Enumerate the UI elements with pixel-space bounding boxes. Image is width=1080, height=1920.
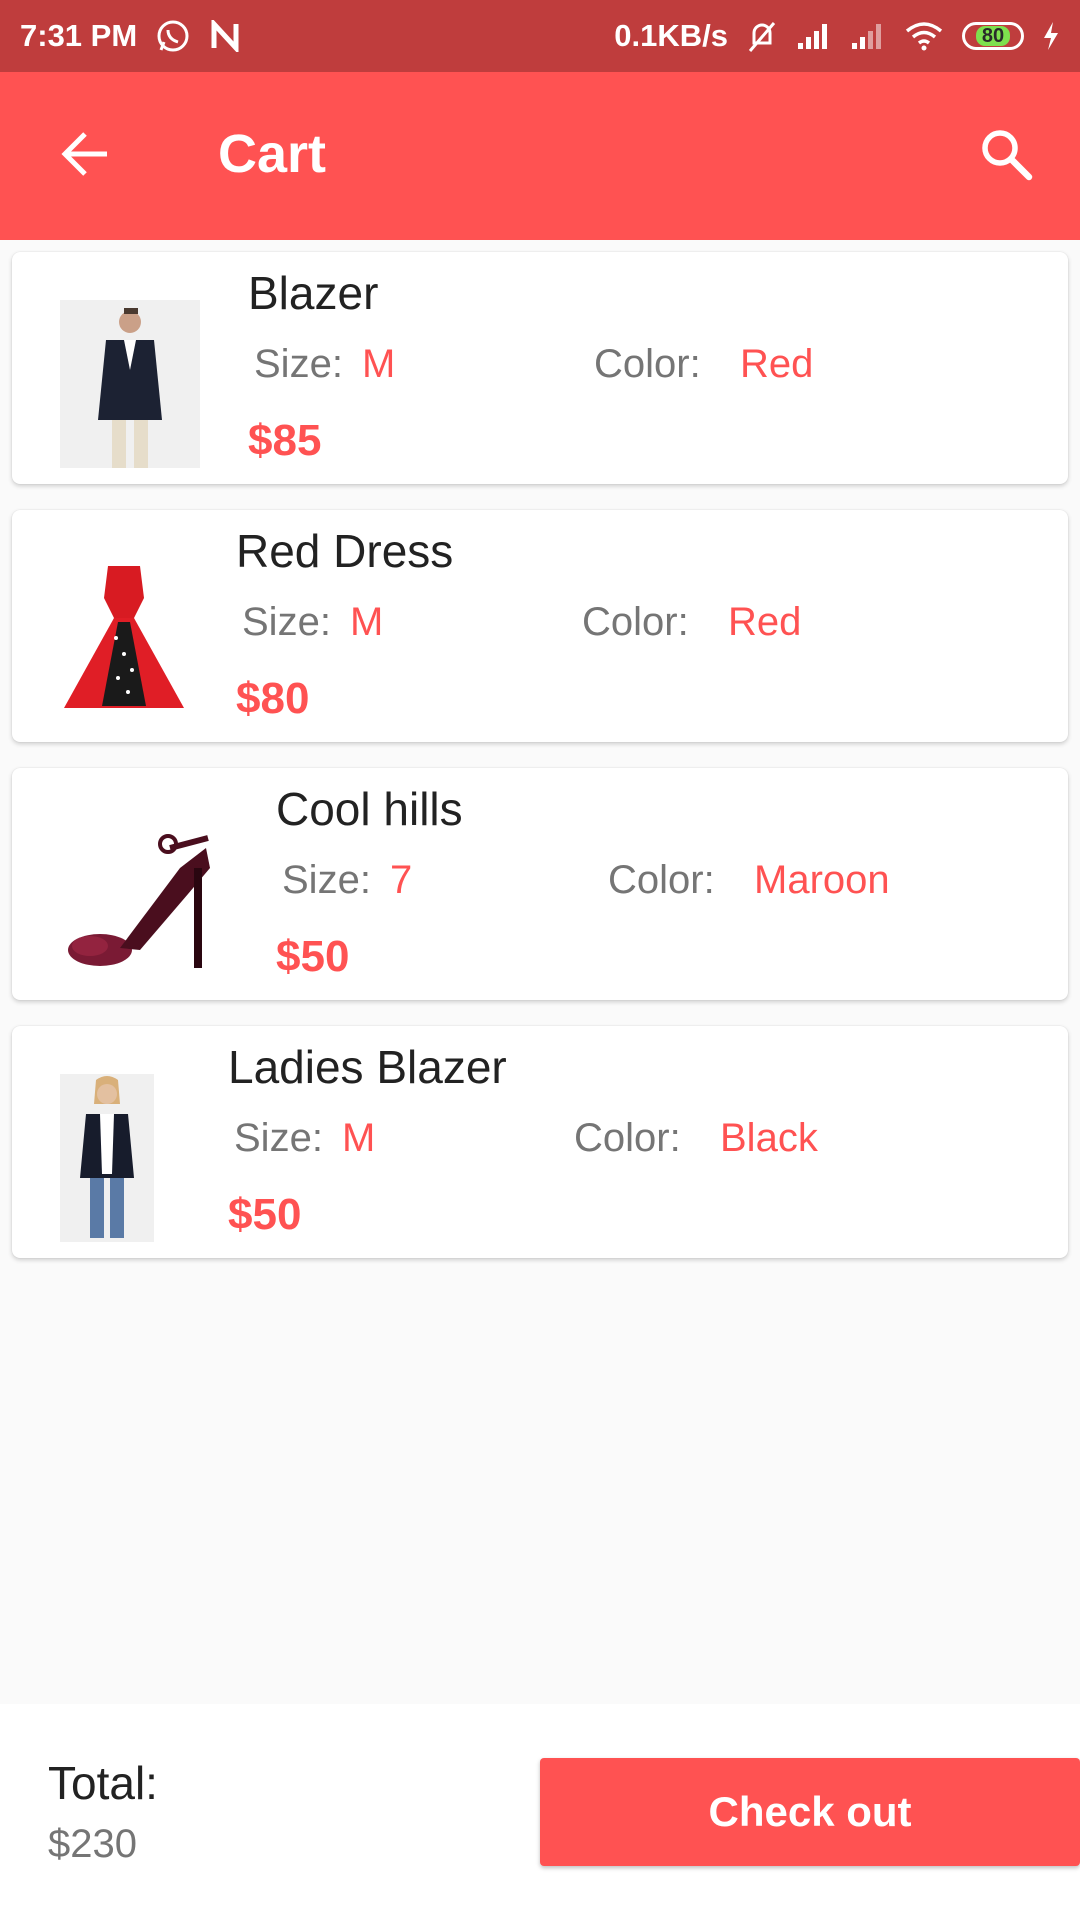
page-title: Cart <box>218 124 327 184</box>
color-value: Red <box>740 342 814 386</box>
cart-item[interactable]: Cool hills Size: 7 Color: Maroon $50 <box>12 768 1068 1000</box>
size-value: M <box>362 342 396 386</box>
mute-bell-icon <box>746 19 778 53</box>
signal-icon <box>796 21 832 51</box>
wifi-icon <box>904 21 944 51</box>
arrow-back-icon[interactable] <box>56 124 116 184</box>
item-name: Blazer <box>248 267 379 319</box>
color-value: Black <box>720 1116 818 1160</box>
search-icon[interactable] <box>976 124 1036 184</box>
battery-level: 80 <box>975 26 1011 46</box>
red-dress-image <box>60 558 188 726</box>
item-name: Red Dress <box>236 525 454 577</box>
cart-item[interactable]: Red Dress Size: M Color: Red $80 <box>12 510 1068 742</box>
size-label: Size: <box>234 1116 323 1160</box>
color-label: Color: <box>608 858 715 902</box>
mens-blazer-image <box>60 300 200 468</box>
total-value: $230 <box>48 1822 137 1866</box>
color-label: Color: <box>594 342 701 386</box>
status-time: 7:31 PM <box>20 18 138 53</box>
signal-icon-2 <box>850 21 886 51</box>
total-label: Total: <box>48 1757 158 1809</box>
net-speed: 0.1KB/s <box>614 18 728 53</box>
item-name: Ladies Blazer <box>228 1041 507 1093</box>
n-notification-icon <box>209 20 241 52</box>
size-label: Size: <box>242 600 331 644</box>
ladies-blazer-image <box>60 1074 154 1242</box>
maroon-heel-image <box>60 808 240 988</box>
app-bar: Cart <box>0 72 1080 240</box>
color-value: Maroon <box>754 858 890 902</box>
size-value: M <box>342 1116 376 1160</box>
status-bar: 7:31 PM 0.1KB/s 80 <box>0 0 1080 72</box>
item-name: Cool hills <box>276 783 463 835</box>
size-value: M <box>350 600 384 644</box>
item-price: $50 <box>228 1190 302 1239</box>
size-label: Size: <box>254 342 343 386</box>
color-label: Color: <box>582 600 689 644</box>
checkout-button[interactable]: Check out <box>540 1758 1080 1866</box>
item-price: $80 <box>236 674 310 723</box>
bottom-bar: Total: $230 Check out <box>0 1704 1080 1920</box>
size-value: 7 <box>390 858 413 902</box>
battery-icon: 80 <box>962 22 1024 50</box>
whatsapp-icon <box>155 18 191 54</box>
color-label: Color: <box>574 1116 681 1160</box>
size-label: Size: <box>282 858 371 902</box>
item-price: $50 <box>276 932 350 981</box>
cart-item[interactable]: Ladies Blazer Size: M Color: Black $50 <box>12 1026 1068 1258</box>
charging-icon <box>1042 21 1060 51</box>
color-value: Red <box>728 600 802 644</box>
item-price: $85 <box>248 416 322 465</box>
status-right: 0.1KB/s 80 <box>614 18 1060 54</box>
cart-item[interactable]: Blazer Size: M Color: Red $85 <box>12 252 1068 484</box>
status-left: 7:31 PM <box>20 18 241 54</box>
